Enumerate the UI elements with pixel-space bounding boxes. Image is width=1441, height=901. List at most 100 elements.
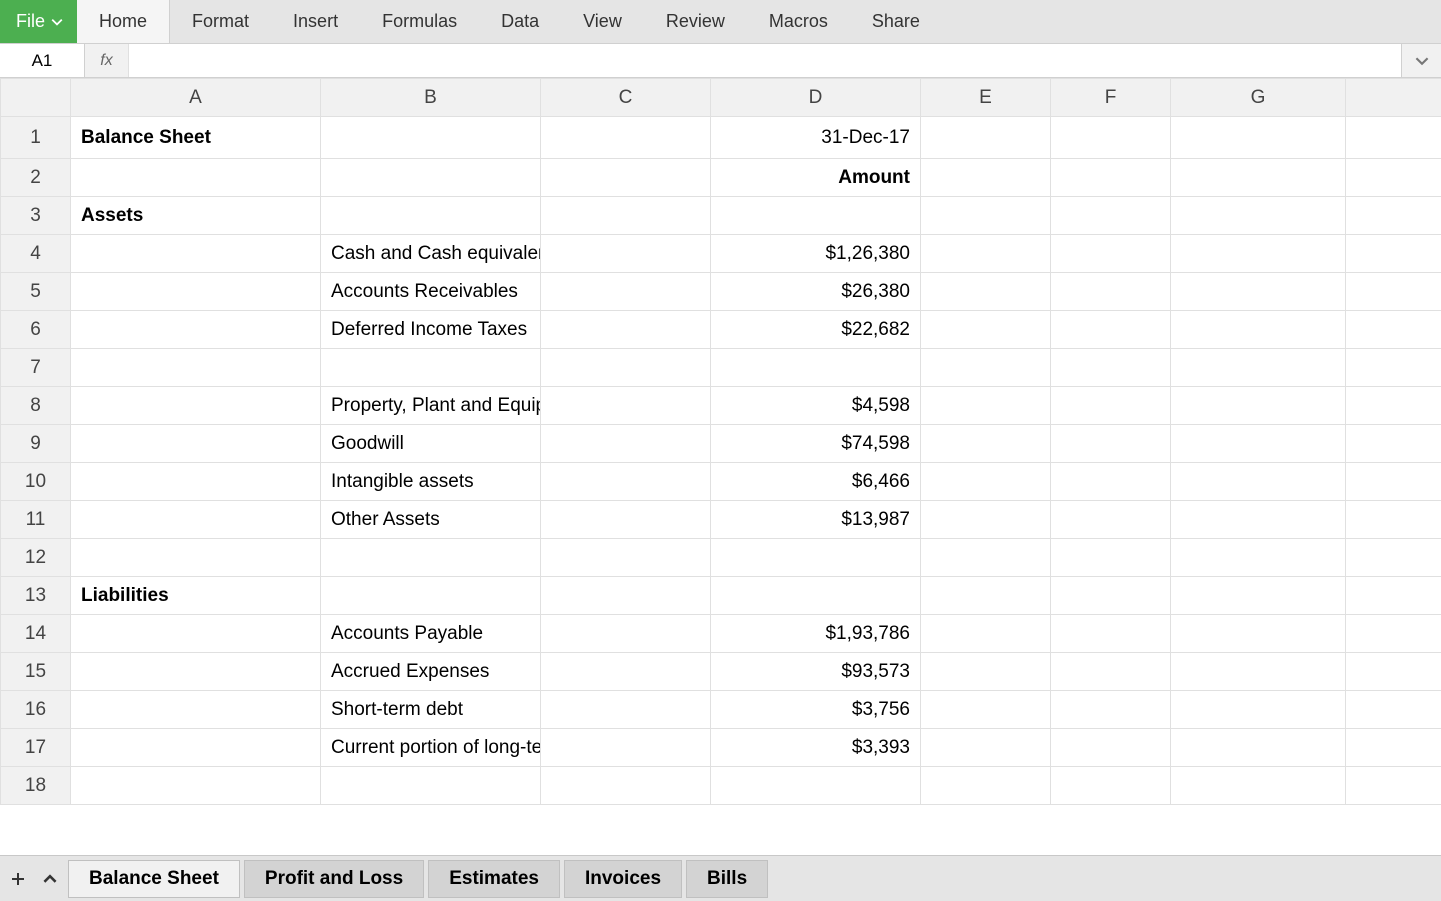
cell-F14[interactable] [1051,615,1171,653]
cell-extra-11[interactable] [1346,501,1441,539]
cell-C2[interactable] [541,159,711,197]
cell-A2[interactable] [71,159,321,197]
cell-E9[interactable] [921,425,1051,463]
menu-item-data[interactable]: Data [479,0,561,43]
row-header-8[interactable]: 8 [1,387,71,425]
row-header-4[interactable]: 4 [1,235,71,273]
cell-C17[interactable] [541,729,711,767]
cell-G13[interactable] [1171,577,1346,615]
cell-extra-10[interactable] [1346,463,1441,501]
cell-F7[interactable] [1051,349,1171,387]
menu-item-review[interactable]: Review [644,0,747,43]
cell-A11[interactable] [71,501,321,539]
cell-G15[interactable] [1171,653,1346,691]
cell-A14[interactable] [71,615,321,653]
cell-F18[interactable] [1051,767,1171,805]
cell-F11[interactable] [1051,501,1171,539]
cell-A6[interactable] [71,311,321,349]
cell-A4[interactable] [71,235,321,273]
cell-B4[interactable]: Cash and Cash equivalents [321,235,541,273]
row-header-11[interactable]: 11 [1,501,71,539]
cell-E10[interactable] [921,463,1051,501]
cell-extra-17[interactable] [1346,729,1441,767]
row-header-7[interactable]: 7 [1,349,71,387]
row-header-5[interactable]: 5 [1,273,71,311]
menu-item-home[interactable]: Home [77,0,170,43]
row-header-16[interactable]: 16 [1,691,71,729]
cell-B5[interactable]: Accounts Receivables [321,273,541,311]
cell-B15[interactable]: Accrued Expenses [321,653,541,691]
cell-E4[interactable] [921,235,1051,273]
cell-extra-4[interactable] [1346,235,1441,273]
cell-extra-3[interactable] [1346,197,1441,235]
cell-D5[interactable]: $26,380 [711,273,921,311]
row-header-3[interactable]: 3 [1,197,71,235]
column-header-extra[interactable] [1346,79,1441,117]
cell-F2[interactable] [1051,159,1171,197]
column-header-A[interactable]: A [71,79,321,117]
cell-A16[interactable] [71,691,321,729]
cell-extra-13[interactable] [1346,577,1441,615]
file-menu-button[interactable]: File [0,0,77,43]
menu-item-share[interactable]: Share [850,0,942,43]
menu-item-format[interactable]: Format [170,0,271,43]
cell-F9[interactable] [1051,425,1171,463]
cell-F10[interactable] [1051,463,1171,501]
cell-F1[interactable] [1051,117,1171,159]
cell-D14[interactable]: $1,93,786 [711,615,921,653]
cell-C10[interactable] [541,463,711,501]
cell-G9[interactable] [1171,425,1346,463]
name-box[interactable]: A1 [0,44,85,77]
cell-F8[interactable] [1051,387,1171,425]
cell-C1[interactable] [541,117,711,159]
add-sheet-button[interactable] [4,861,32,897]
cell-D9[interactable]: $74,598 [711,425,921,463]
cell-A15[interactable] [71,653,321,691]
cell-G10[interactable] [1171,463,1346,501]
cell-extra-8[interactable] [1346,387,1441,425]
cell-A9[interactable] [71,425,321,463]
cell-C7[interactable] [541,349,711,387]
cell-D15[interactable]: $93,573 [711,653,921,691]
cell-D4[interactable]: $1,26,380 [711,235,921,273]
cell-A18[interactable] [71,767,321,805]
formula-dropdown-button[interactable] [1401,44,1441,77]
cell-A8[interactable] [71,387,321,425]
cell-D13[interactable] [711,577,921,615]
row-header-6[interactable]: 6 [1,311,71,349]
cell-B8[interactable]: Property, Plant and Equipments [321,387,541,425]
cell-G8[interactable] [1171,387,1346,425]
cell-F6[interactable] [1051,311,1171,349]
cell-G17[interactable] [1171,729,1346,767]
cell-G3[interactable] [1171,197,1346,235]
cell-extra-16[interactable] [1346,691,1441,729]
cell-E17[interactable] [921,729,1051,767]
cell-D7[interactable] [711,349,921,387]
cell-B14[interactable]: Accounts Payable [321,615,541,653]
cell-G7[interactable] [1171,349,1346,387]
sheet-tab-profit-and-loss[interactable]: Profit and Loss [244,860,424,898]
cell-A7[interactable] [71,349,321,387]
cell-extra-7[interactable] [1346,349,1441,387]
column-header-D[interactable]: D [711,79,921,117]
cell-D12[interactable] [711,539,921,577]
cell-extra-12[interactable] [1346,539,1441,577]
row-header-12[interactable]: 12 [1,539,71,577]
cell-extra-9[interactable] [1346,425,1441,463]
cell-G1[interactable] [1171,117,1346,159]
row-header-2[interactable]: 2 [1,159,71,197]
column-header-C[interactable]: C [541,79,711,117]
cell-C3[interactable] [541,197,711,235]
cell-G16[interactable] [1171,691,1346,729]
cell-B12[interactable] [321,539,541,577]
column-header-E[interactable]: E [921,79,1051,117]
cell-B17[interactable]: Current portion of long-term debt [321,729,541,767]
cell-F3[interactable] [1051,197,1171,235]
cell-C12[interactable] [541,539,711,577]
row-header-17[interactable]: 17 [1,729,71,767]
sheet-tab-balance-sheet[interactable]: Balance Sheet [68,860,240,898]
cell-C18[interactable] [541,767,711,805]
sheet-tab-bills[interactable]: Bills [686,860,768,898]
cell-A12[interactable] [71,539,321,577]
cell-D10[interactable]: $6,466 [711,463,921,501]
